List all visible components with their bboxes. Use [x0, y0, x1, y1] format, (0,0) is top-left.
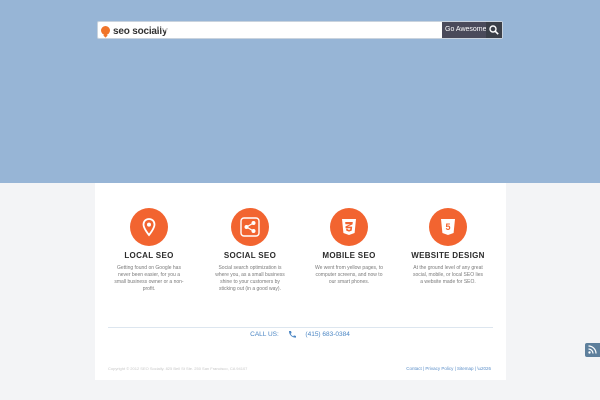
search-button[interactable] [486, 22, 502, 38]
call-label: CALL US: [244, 331, 285, 338]
feature-description: We went from yellow pages, to computer s… [315, 265, 383, 285]
search-icon [489, 25, 499, 35]
mobile-seo-badge[interactable] [330, 208, 368, 246]
feature-social-seo: SOCIAL SEO Social search optimization is… [210, 208, 290, 293]
footer-links[interactable]: Contact | Privacy Policy | Sitemap | \u2… [406, 366, 491, 371]
rss-icon [588, 345, 597, 354]
feature-title: SOCIAL SEO [223, 251, 277, 260]
svg-text:5: 5 [445, 222, 450, 232]
location-pin-icon [142, 218, 156, 237]
call-us-line: CALL US: (415) 683-0384 [0, 323, 600, 341]
go-awesome-button[interactable]: Go Awesome [442, 22, 486, 38]
phone-number[interactable]: (415) 683-0384 [299, 331, 356, 338]
local-seo-badge[interactable] [130, 208, 168, 246]
rss-button[interactable] [585, 343, 600, 357]
tagline: Happy to help [158, 26, 196, 32]
share-icon [240, 217, 260, 237]
css3-icon [342, 219, 356, 235]
phone-icon [288, 331, 296, 338]
feature-title: WEBSITE DESIGN [411, 251, 485, 260]
html5-icon: 5 [441, 219, 455, 235]
feature-description: Getting found on Google has never been e… [114, 265, 184, 292]
feature-mobile-seo: MOBILE SEO We went from yellow pages, to… [309, 208, 389, 286]
website-design-badge[interactable]: 5 [429, 208, 467, 246]
logo-pin-icon [101, 25, 110, 37]
feature-description: At the ground level of any great social,… [412, 265, 484, 285]
feature-title: MOBILE SEO [322, 251, 376, 260]
feature-description: Social search optimization is where you,… [215, 265, 285, 292]
social-seo-badge[interactable] [231, 208, 269, 246]
top-search-bar: seo socially Happy to help Go Awesome [97, 21, 503, 39]
feature-website-design: 5 WEBSITE DESIGN At the ground level of … [408, 208, 488, 286]
feature-local-seo: LOCAL SEO Getting found on Google has ne… [109, 208, 189, 293]
feature-title: LOCAL SEO [124, 251, 174, 260]
footer-copyright: Copyright © 2012 SEO Socially. 825 Bell … [108, 366, 248, 371]
